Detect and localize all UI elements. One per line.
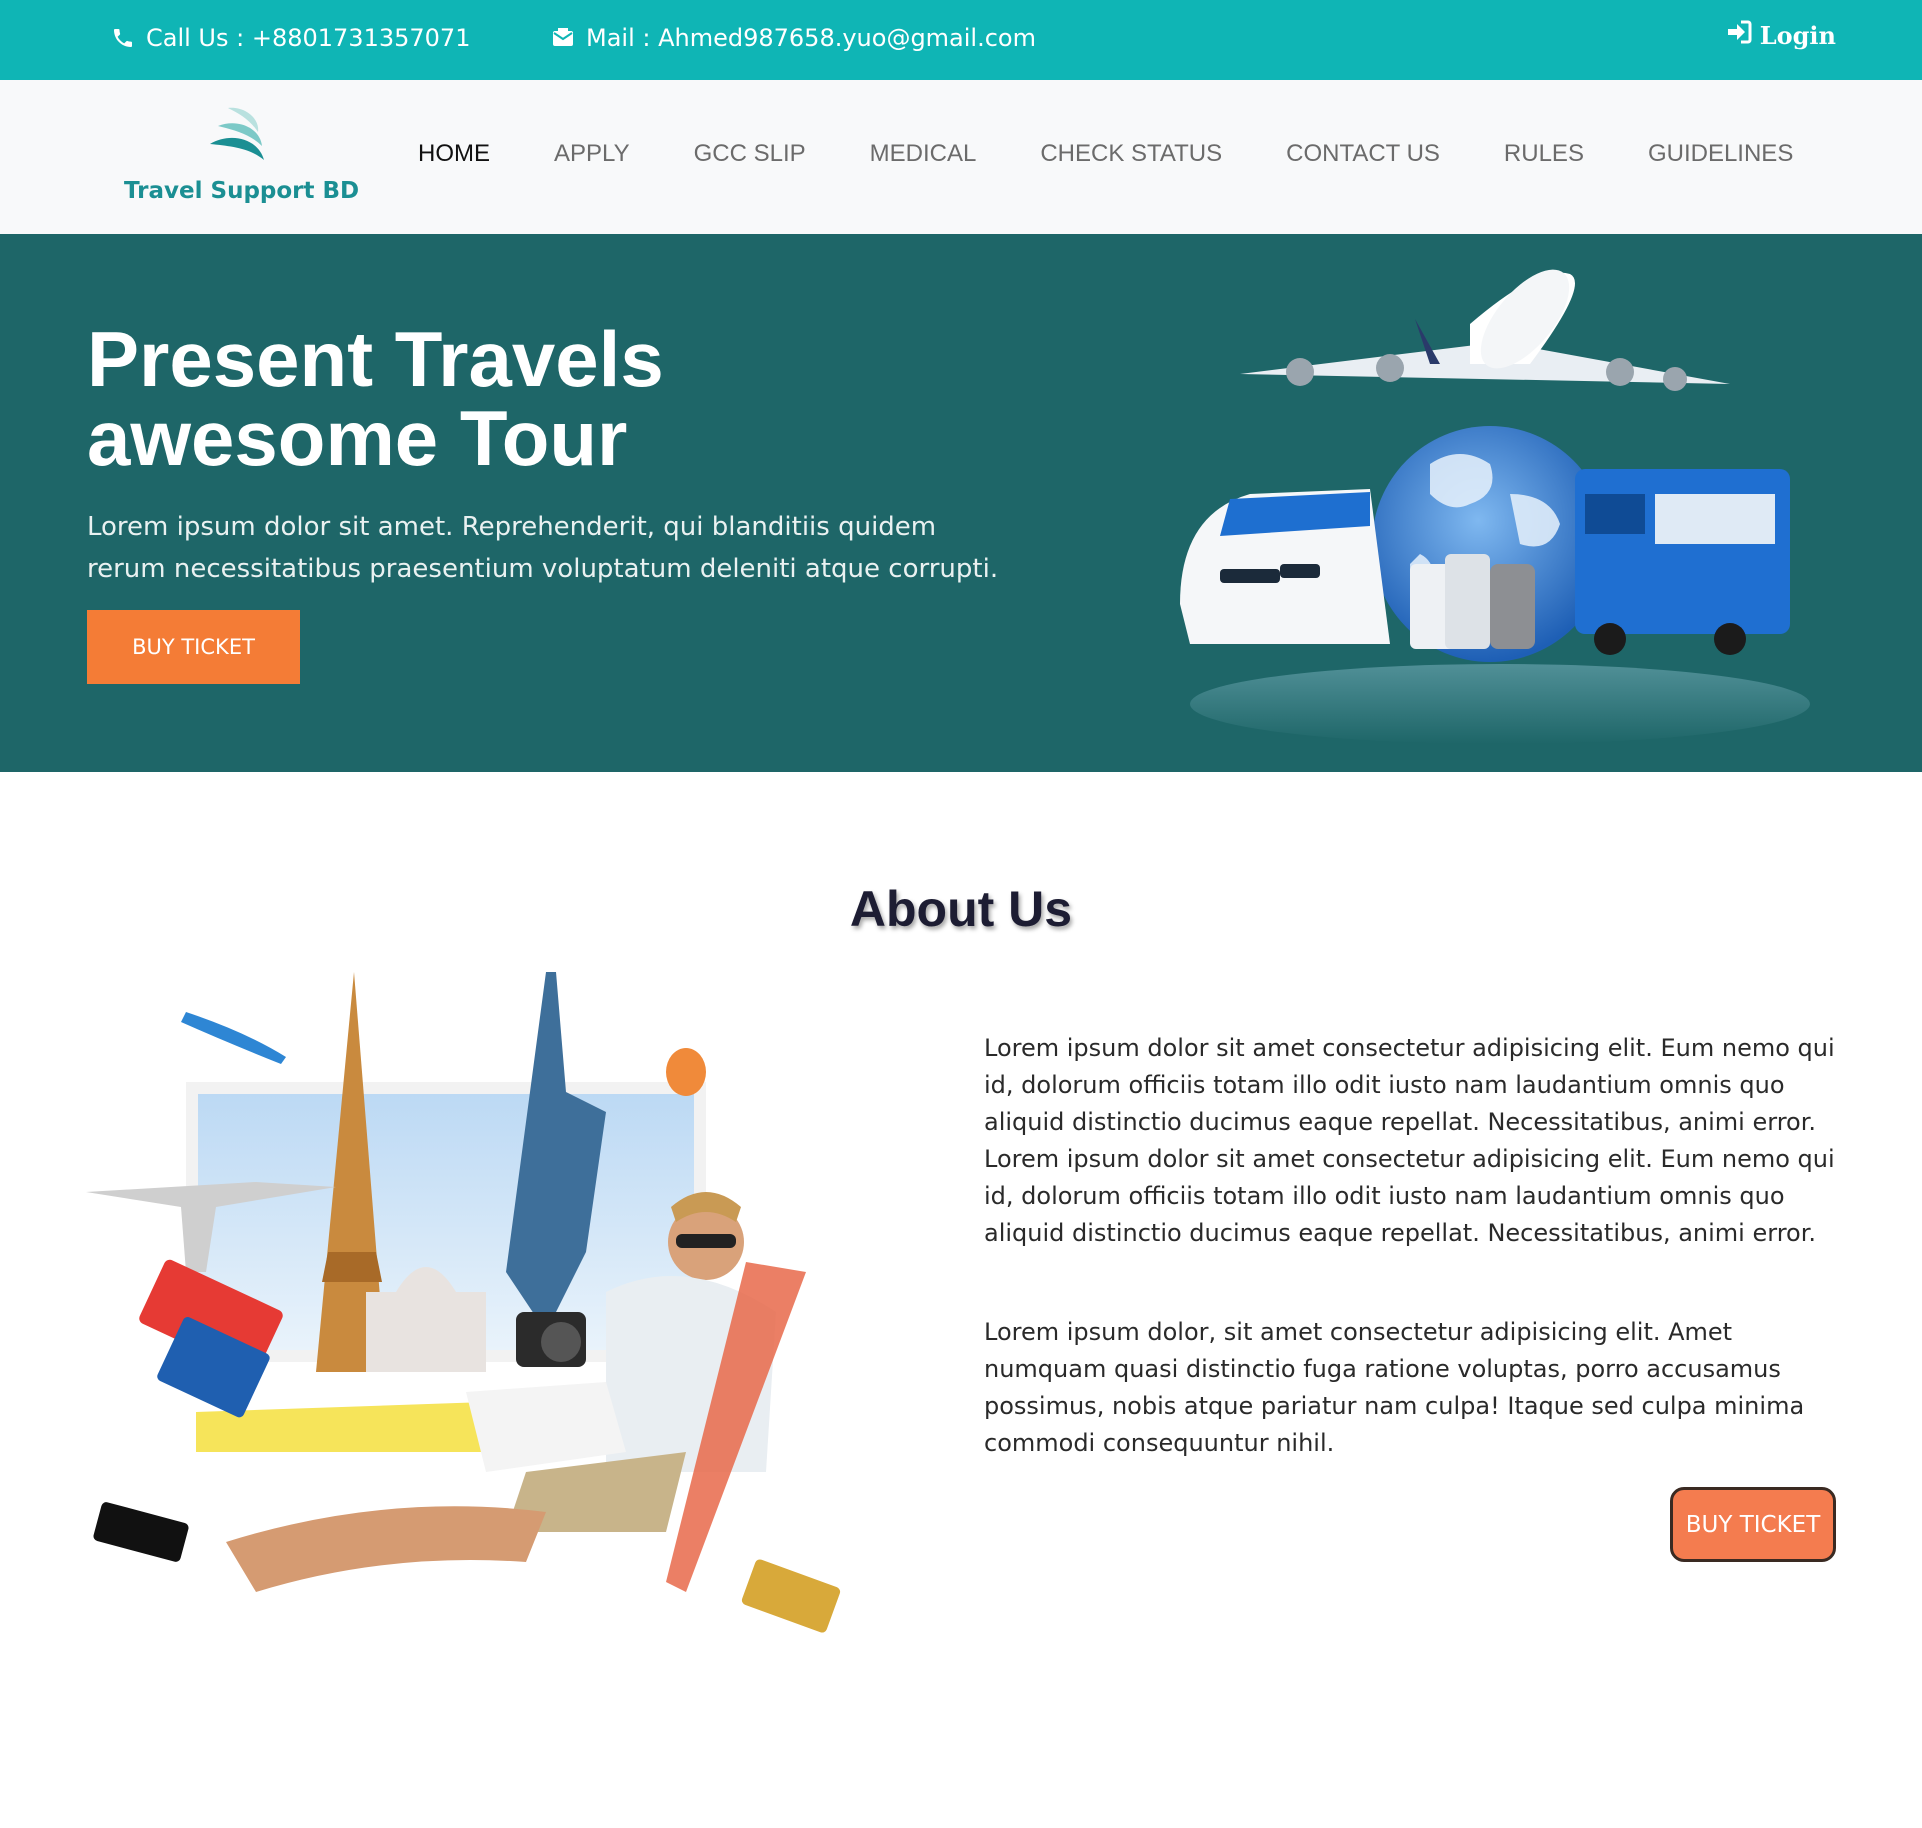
nav-medical[interactable]: MEDICAL bbox=[870, 140, 977, 168]
hero-text: Lorem ipsum dolor sit amet. Reprehenderi… bbox=[87, 512, 999, 584]
nav-home[interactable]: HOME bbox=[418, 140, 490, 168]
about-paragraph-1: Lorem ipsum dolor sit amet consectetur a… bbox=[984, 1034, 1835, 1247]
login-label: Login bbox=[1759, 20, 1836, 50]
main-navbar: Travel Support BD HOME APPLY GCC SLIP ME… bbox=[0, 80, 1922, 234]
mail-icon bbox=[550, 25, 576, 51]
phone-text: Call Us : +8801731357071 bbox=[146, 24, 471, 52]
brand-name: Travel Support BD bbox=[124, 178, 360, 204]
top-contact-bar: Call Us : +8801731357071 Mail : Ahmed987… bbox=[0, 0, 1922, 80]
about-paragraph-2: Lorem ipsum dolor, sit amet consectetur … bbox=[984, 1318, 1805, 1457]
mail-text: Mail : Ahmed987658.yuo@gmail.com bbox=[586, 24, 1036, 52]
hero-title-line1: Present Travels bbox=[87, 315, 664, 403]
about-title: About Us bbox=[849, 881, 1073, 937]
travel-transport-illustration bbox=[1180, 269, 1810, 744]
about-text-block: Lorem ipsum dolor sit amet consectetur a… bbox=[984, 1030, 1842, 1462]
primary-nav: HOME APPLY GCC SLIP MEDICAL CHECK STATUS… bbox=[418, 140, 1857, 168]
logo-wave-icon bbox=[210, 107, 264, 160]
nav-guidelines[interactable]: GUIDELINES bbox=[1648, 140, 1793, 168]
hero-title: Present Travels awesome Tour bbox=[87, 320, 847, 478]
hero-section: Present Travels awesome Tour Lorem ipsum… bbox=[0, 234, 1922, 772]
travel-collage-illustration bbox=[86, 972, 841, 1633]
mail-contact[interactable]: Mail : Ahmed987658.yuo@gmail.com bbox=[550, 24, 1036, 52]
brand-logo[interactable]: Travel Support BD bbox=[122, 102, 359, 214]
hero-buy-ticket-button[interactable]: BUY TICKET bbox=[87, 610, 300, 684]
nav-contact-us[interactable]: CONTACT US bbox=[1286, 140, 1440, 168]
phone-contact[interactable]: Call Us : +8801731357071 bbox=[110, 24, 470, 52]
hero-title-line2: awesome Tour bbox=[87, 394, 628, 482]
nav-gcc-slip[interactable]: GCC SLIP bbox=[694, 140, 806, 168]
phone-icon bbox=[110, 25, 136, 51]
nav-check-status[interactable]: CHECK STATUS bbox=[1040, 140, 1222, 168]
login-link[interactable]: Login bbox=[1726, 20, 1836, 50]
about-buy-ticket-button[interactable]: BUY TICKET bbox=[1670, 1487, 1836, 1562]
nav-rules[interactable]: RULES bbox=[1504, 140, 1584, 168]
nav-apply[interactable]: APPLY bbox=[554, 140, 630, 168]
login-icon bbox=[1726, 20, 1752, 50]
